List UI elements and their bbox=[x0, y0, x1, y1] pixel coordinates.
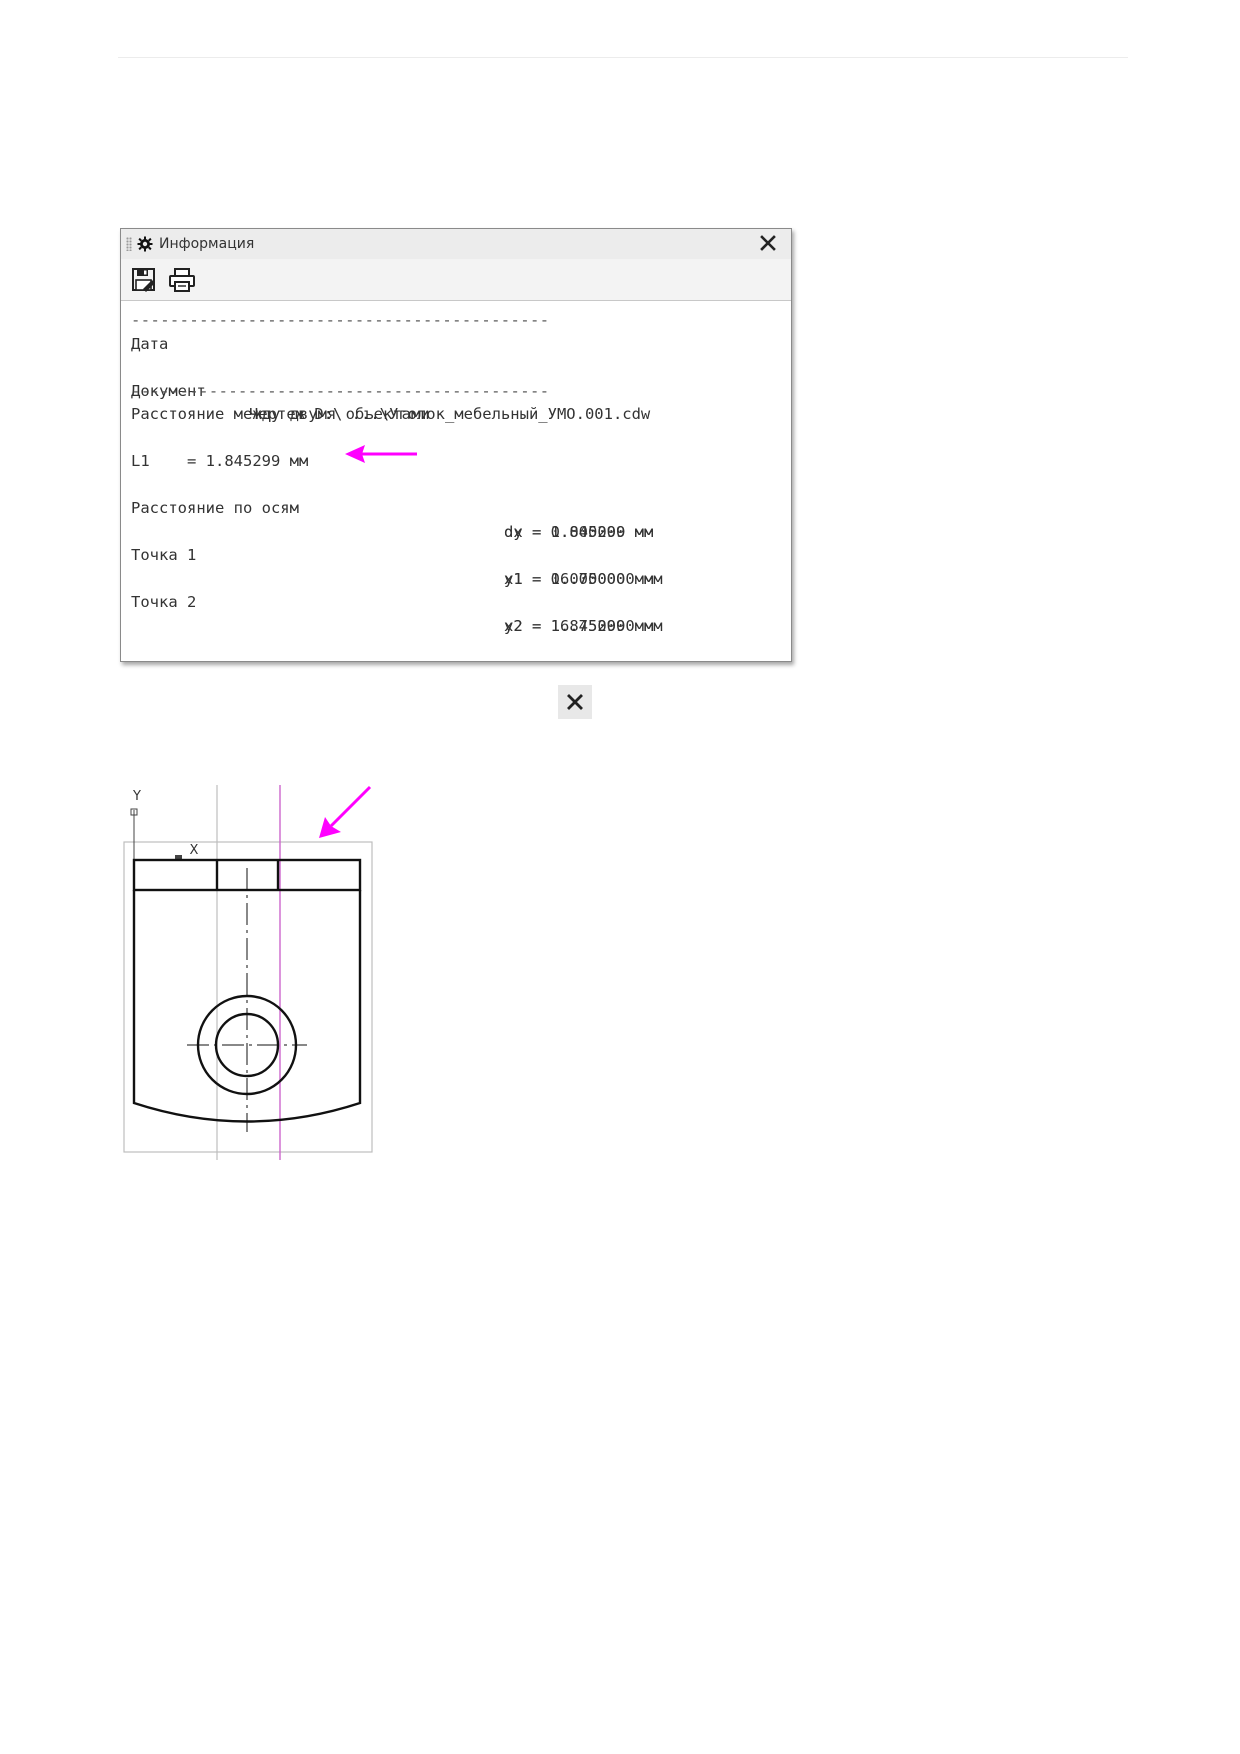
print-button[interactable] bbox=[167, 265, 197, 295]
window-titlebar[interactable]: Информация bbox=[121, 229, 791, 259]
y-axis-label: Y bbox=[132, 789, 141, 804]
y2-value: y2 = 16.750000 мм bbox=[504, 616, 663, 635]
x-axis-marker bbox=[175, 855, 182, 859]
window-toolbar bbox=[121, 259, 791, 301]
date-label: Дата bbox=[131, 334, 169, 353]
close-button[interactable] bbox=[558, 685, 592, 719]
save-button[interactable] bbox=[129, 265, 159, 295]
x-axis-label: X bbox=[190, 843, 199, 858]
drag-handle-icon[interactable] bbox=[126, 237, 132, 251]
page-divider bbox=[118, 57, 1128, 58]
separator-line: ----------------------------------------… bbox=[131, 381, 550, 400]
report-heading: Расстояние между двумя объектами bbox=[131, 405, 430, 423]
printer-icon bbox=[169, 267, 195, 292]
separator-line: ----------------------------------------… bbox=[131, 311, 550, 329]
report-text-area: ----------------------------------------… bbox=[131, 309, 781, 635]
distance-l1: L1 = 1.845299 мм bbox=[131, 452, 309, 470]
annotation-arrow-icon bbox=[319, 785, 372, 838]
close-icon bbox=[567, 694, 583, 710]
close-icon[interactable] bbox=[759, 234, 777, 252]
save-icon bbox=[132, 267, 155, 292]
gear-icon bbox=[137, 236, 153, 252]
information-window: Информация -----------------------------… bbox=[120, 228, 792, 662]
annotation-arrow-icon bbox=[345, 445, 417, 463]
window-title: Информация bbox=[159, 236, 255, 252]
